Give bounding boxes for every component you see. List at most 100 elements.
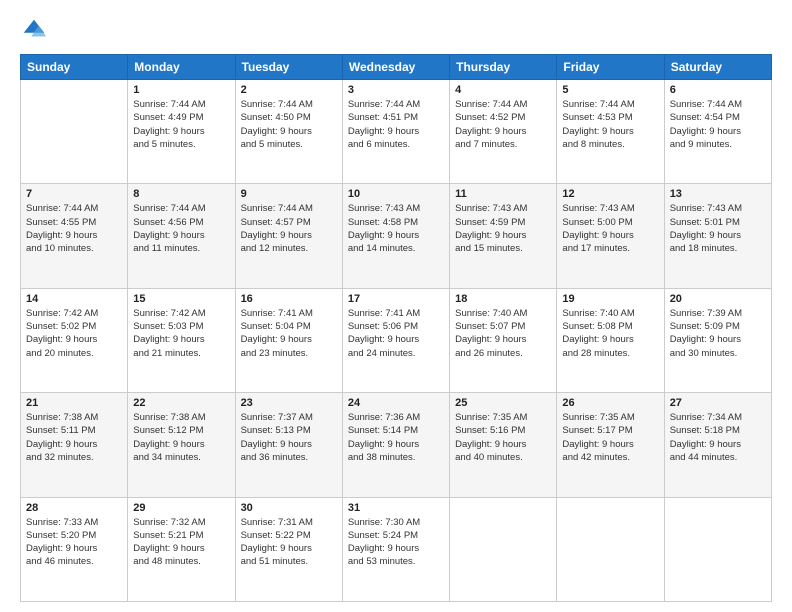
- logo-icon: [20, 16, 48, 44]
- logo: [20, 16, 52, 44]
- day-info: Sunrise: 7:44 AMSunset: 4:56 PMDaylight:…: [133, 202, 229, 255]
- calendar-cell: 29 Sunrise: 7:32 AMSunset: 5:21 PMDayligh…: [128, 497, 235, 601]
- calendar-cell: 21Sunrise: 7:38 AMSunset: 5:11 PMDayligh…: [21, 393, 128, 497]
- day-number: 12: [562, 188, 658, 200]
- calendar-cell: 30 Sunrise: 7:31 AMSunset: 5:22 PMDayligh…: [235, 497, 342, 601]
- day-number: 31: [348, 502, 444, 514]
- day-info: Sunrise: 7:31 AMSunset: 5:22 PMDaylight:…: [241, 516, 337, 569]
- day-of-week-friday: Friday: [557, 55, 664, 80]
- week-row-2: 7 Sunrise: 7:44 AMSunset: 4:55 PMDaylight…: [21, 184, 772, 288]
- day-info: Sunrise: 7:44 AMSunset: 4:52 PMDaylight:…: [455, 98, 551, 151]
- day-of-week-tuesday: Tuesday: [235, 55, 342, 80]
- week-row-1: 1 Sunrise: 7:44 AMSunset: 4:49 PMDaylight…: [21, 80, 772, 184]
- day-number: 15: [133, 293, 229, 305]
- calendar-cell: 22 Sunrise: 7:38 AMSunset: 5:12 PMDayligh…: [128, 393, 235, 497]
- day-info: Sunrise: 7:44 AMSunset: 4:54 PMDaylight:…: [670, 98, 766, 151]
- calendar-cell: 4 Sunrise: 7:44 AMSunset: 4:52 PMDaylight…: [450, 80, 557, 184]
- day-info: Sunrise: 7:44 AMSunset: 4:51 PMDaylight:…: [348, 98, 444, 151]
- calendar-cell: 20Sunrise: 7:39 AMSunset: 5:09 PMDayligh…: [664, 288, 771, 392]
- day-number: 9: [241, 188, 337, 200]
- day-number: 14: [26, 293, 122, 305]
- day-info: Sunrise: 7:33 AMSunset: 5:20 PMDaylight:…: [26, 516, 122, 569]
- day-number: 4: [455, 84, 551, 96]
- day-info: Sunrise: 7:42 AMSunset: 5:03 PMDaylight:…: [133, 307, 229, 360]
- day-info: Sunrise: 7:43 AMSunset: 4:59 PMDaylight:…: [455, 202, 551, 255]
- calendar-cell: 11Sunrise: 7:43 AMSunset: 4:59 PMDayligh…: [450, 184, 557, 288]
- day-info: Sunrise: 7:40 AMSunset: 5:08 PMDaylight:…: [562, 307, 658, 360]
- week-row-3: 14 Sunrise: 7:42 AMSunset: 5:02 PMDayligh…: [21, 288, 772, 392]
- calendar-cell: 24 Sunrise: 7:36 AMSunset: 5:14 PMDayligh…: [342, 393, 449, 497]
- day-info: Sunrise: 7:41 AMSunset: 5:04 PMDaylight:…: [241, 307, 337, 360]
- day-info: Sunrise: 7:38 AMSunset: 5:12 PMDaylight:…: [133, 411, 229, 464]
- calendar-cell: [450, 497, 557, 601]
- day-number: 8: [133, 188, 229, 200]
- week-row-4: 21Sunrise: 7:38 AMSunset: 5:11 PMDayligh…: [21, 393, 772, 497]
- day-info: Sunrise: 7:44 AMSunset: 4:57 PMDaylight:…: [241, 202, 337, 255]
- day-of-week-thursday: Thursday: [450, 55, 557, 80]
- day-number: 1: [133, 84, 229, 96]
- day-number: 24: [348, 397, 444, 409]
- day-number: 23: [241, 397, 337, 409]
- day-number: 7: [26, 188, 122, 200]
- calendar-cell: [664, 497, 771, 601]
- day-info: Sunrise: 7:34 AMSunset: 5:18 PMDaylight:…: [670, 411, 766, 464]
- page-header: [20, 16, 772, 44]
- calendar-cell: 6 Sunrise: 7:44 AMSunset: 4:54 PMDaylight…: [664, 80, 771, 184]
- day-info: Sunrise: 7:44 AMSunset: 4:53 PMDaylight:…: [562, 98, 658, 151]
- day-of-week-sunday: Sunday: [21, 55, 128, 80]
- day-info: Sunrise: 7:40 AMSunset: 5:07 PMDaylight:…: [455, 307, 551, 360]
- calendar-cell: [557, 497, 664, 601]
- calendar-cell: 12 Sunrise: 7:43 AMSunset: 5:00 PMDayligh…: [557, 184, 664, 288]
- day-info: Sunrise: 7:43 AMSunset: 4:58 PMDaylight:…: [348, 202, 444, 255]
- day-number: 17: [348, 293, 444, 305]
- calendar-table: SundayMondayTuesdayWednesdayThursdayFrid…: [20, 54, 772, 602]
- calendar-cell: 23 Sunrise: 7:37 AMSunset: 5:13 PMDayligh…: [235, 393, 342, 497]
- day-number: 16: [241, 293, 337, 305]
- day-number: 25: [455, 397, 551, 409]
- day-info: Sunrise: 7:44 AMSunset: 4:55 PMDaylight:…: [26, 202, 122, 255]
- calendar-cell: 8 Sunrise: 7:44 AMSunset: 4:56 PMDaylight…: [128, 184, 235, 288]
- day-info: Sunrise: 7:35 AMSunset: 5:16 PMDaylight:…: [455, 411, 551, 464]
- day-number: 10: [348, 188, 444, 200]
- calendar-cell: 31 Sunrise: 7:30 AMSunset: 5:24 PMDayligh…: [342, 497, 449, 601]
- calendar-cell: 26Sunrise: 7:35 AMSunset: 5:17 PMDayligh…: [557, 393, 664, 497]
- day-of-week-wednesday: Wednesday: [342, 55, 449, 80]
- day-info: Sunrise: 7:43 AMSunset: 5:00 PMDaylight:…: [562, 202, 658, 255]
- calendar-cell: 7 Sunrise: 7:44 AMSunset: 4:55 PMDaylight…: [21, 184, 128, 288]
- day-info: Sunrise: 7:42 AMSunset: 5:02 PMDaylight:…: [26, 307, 122, 360]
- week-row-5: 28 Sunrise: 7:33 AMSunset: 5:20 PMDayligh…: [21, 497, 772, 601]
- day-number: 22: [133, 397, 229, 409]
- calendar-cell: 17 Sunrise: 7:41 AMSunset: 5:06 PMDayligh…: [342, 288, 449, 392]
- day-number: 26: [562, 397, 658, 409]
- calendar-cell: 15 Sunrise: 7:42 AMSunset: 5:03 PMDayligh…: [128, 288, 235, 392]
- day-info: Sunrise: 7:36 AMSunset: 5:14 PMDaylight:…: [348, 411, 444, 464]
- calendar-cell: 28 Sunrise: 7:33 AMSunset: 5:20 PMDayligh…: [21, 497, 128, 601]
- day-number: 13: [670, 188, 766, 200]
- day-number: 30: [241, 502, 337, 514]
- calendar-cell: 5 Sunrise: 7:44 AMSunset: 4:53 PMDaylight…: [557, 80, 664, 184]
- day-number: 21: [26, 397, 122, 409]
- day-info: Sunrise: 7:41 AMSunset: 5:06 PMDaylight:…: [348, 307, 444, 360]
- day-of-week-saturday: Saturday: [664, 55, 771, 80]
- day-number: 27: [670, 397, 766, 409]
- day-info: Sunrise: 7:30 AMSunset: 5:24 PMDaylight:…: [348, 516, 444, 569]
- day-number: 29: [133, 502, 229, 514]
- calendar-cell: 14 Sunrise: 7:42 AMSunset: 5:02 PMDayligh…: [21, 288, 128, 392]
- days-header-row: SundayMondayTuesdayWednesdayThursdayFrid…: [21, 55, 772, 80]
- calendar-cell: 2 Sunrise: 7:44 AMSunset: 4:50 PMDaylight…: [235, 80, 342, 184]
- day-info: Sunrise: 7:44 AMSunset: 4:50 PMDaylight:…: [241, 98, 337, 151]
- day-info: Sunrise: 7:44 AMSunset: 4:49 PMDaylight:…: [133, 98, 229, 151]
- calendar-cell: 9 Sunrise: 7:44 AMSunset: 4:57 PMDaylight…: [235, 184, 342, 288]
- day-number: 6: [670, 84, 766, 96]
- day-info: Sunrise: 7:32 AMSunset: 5:21 PMDaylight:…: [133, 516, 229, 569]
- calendar-cell: 25 Sunrise: 7:35 AMSunset: 5:16 PMDayligh…: [450, 393, 557, 497]
- day-number: 20: [670, 293, 766, 305]
- day-number: 2: [241, 84, 337, 96]
- calendar-cell: 16 Sunrise: 7:41 AMSunset: 5:04 PMDayligh…: [235, 288, 342, 392]
- calendar-cell: 13Sunrise: 7:43 AMSunset: 5:01 PMDayligh…: [664, 184, 771, 288]
- day-number: 28: [26, 502, 122, 514]
- day-number: 5: [562, 84, 658, 96]
- calendar-cell: 18Sunrise: 7:40 AMSunset: 5:07 PMDayligh…: [450, 288, 557, 392]
- day-info: Sunrise: 7:37 AMSunset: 5:13 PMDaylight:…: [241, 411, 337, 464]
- calendar-cell: 27 Sunrise: 7:34 AMSunset: 5:18 PMDayligh…: [664, 393, 771, 497]
